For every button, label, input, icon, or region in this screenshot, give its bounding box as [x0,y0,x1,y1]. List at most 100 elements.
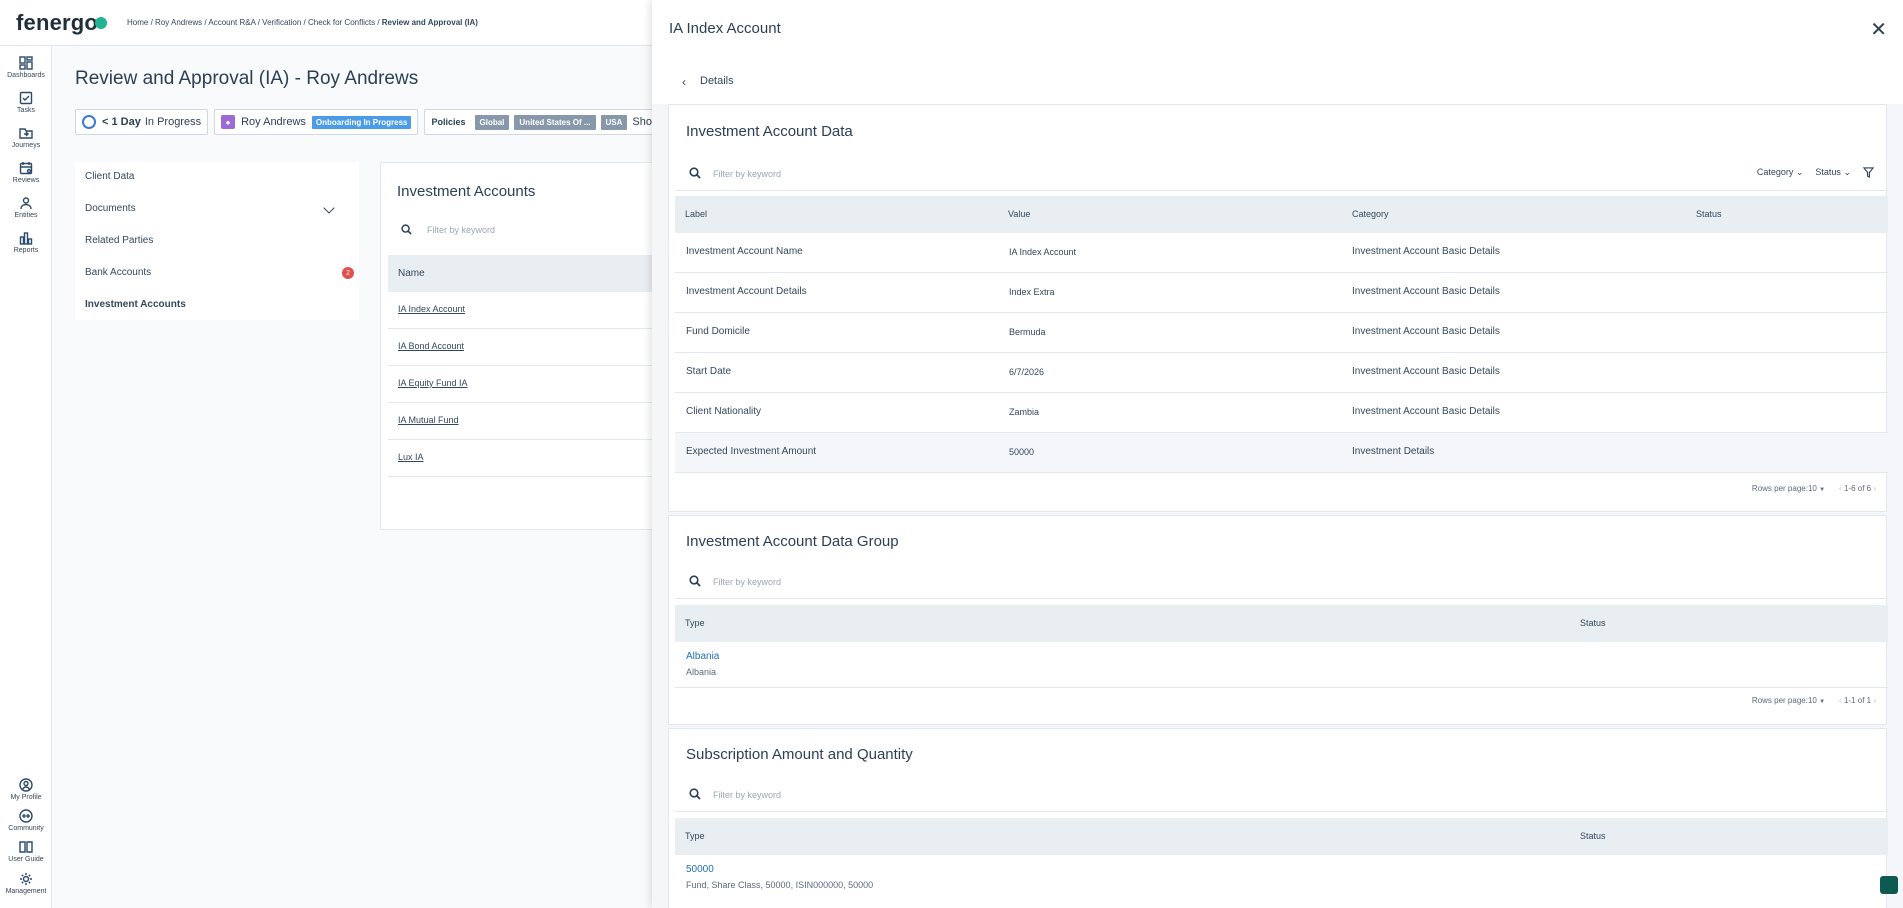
chevron-down-icon: ⌄ [1843,167,1851,177]
search-input[interactable]: Filter by keyword [675,565,1888,599]
nav-journeys[interactable]: Journeys [0,126,52,149]
menu-client-data[interactable]: Client Data [85,171,134,182]
cell-label: Investment Account Details [686,286,807,297]
tasks-icon [19,91,33,105]
table-row: Lux IA [388,440,661,477]
nav-user-guide[interactable]: User Guide [0,840,52,863]
search-icon [689,575,701,587]
top-header: fenergo Home / Roy Andrews / Account R&A… [0,0,660,46]
nav-reports[interactable]: Reports [0,231,52,254]
rows-per-page-select[interactable]: Rows per page:10 ▼ [1752,696,1825,705]
nav-community[interactable]: Community [0,809,52,832]
menu-investment-accounts[interactable]: Investment Accounts [85,299,186,310]
search-placeholder: Filter by keyword [713,577,782,587]
table-row: IA Mutual Fund [388,403,661,440]
menu-related-parties[interactable]: Related Parties [85,235,153,246]
prev-page-icon[interactable]: ‹ [1839,696,1842,705]
search-placeholder: Filter by keyword [713,169,782,179]
nav-label: Entities [14,212,38,219]
nav-label: Community [8,825,44,832]
menu-documents[interactable]: Documents [85,203,136,214]
table-row[interactable]: Investment Account Details Index Extra I… [675,273,1888,313]
caret-down-icon: ▼ [1819,699,1826,705]
table-filters: Category ⌄ Status ⌄ [1757,167,1874,178]
assistant-widget-icon[interactable] [1880,876,1898,894]
nav-label: Dashboards [7,72,45,79]
investment-account-data-group-card: Investment Account Data Group Filter by … [668,515,1888,725]
policy-badge: USA [600,114,628,130]
table-row[interactable]: Client Nationality Zambia Investment Acc… [675,393,1888,433]
account-link[interactable]: IA Mutual Fund [398,415,459,425]
drawer-title: IA Index Account [669,20,781,37]
cell-category: Investment Account Basic Details [1352,246,1500,257]
table-row[interactable]: Investment Account Name IA Index Account… [675,233,1888,273]
nav-label: Reviews [12,177,40,184]
person-icon: ● [221,115,236,129]
category-filter[interactable]: Category ⌄ [1757,167,1804,178]
sla-chip[interactable]: < 1 Day In Progress [75,109,209,135]
nav-management[interactable]: Management [0,872,52,895]
nav-reviews[interactable]: Reviews [0,161,52,184]
column-status: Status [1696,209,1722,219]
chevron-left-icon[interactable]: ‹ [682,75,686,89]
nav-label: My Profile [10,794,42,801]
status-filter[interactable]: Status ⌄ [1815,167,1851,178]
policies-label: Policies [431,117,466,127]
policies-chip[interactable]: Policies Global United States Of ... USA… [424,109,659,135]
investment-accounts-panel: Investment Accounts Filter by keyword Na… [380,162,661,530]
next-page-icon[interactable]: › [1873,696,1876,705]
breadcrumb-current: Review and Approval (IA) [381,18,478,27]
menu-bank-accounts[interactable]: Bank Accounts [85,267,151,278]
entity-chip[interactable]: ● Roy Andrews Onboarding In Progress [214,109,419,135]
table-row[interactable]: Fund Domicile Bermuda Investment Account… [675,313,1888,353]
nav-my-profile[interactable]: My Profile [0,778,52,801]
nav-entities[interactable]: Entities [0,196,52,219]
section-menu: Client Data Documents Related Parties Ba… [75,162,359,320]
status-chips: < 1 Day In Progress ● Roy Andrews Onboar… [75,109,659,135]
breadcrumb-trail[interactable]: Home / Roy Andrews / Account R&A / Verif… [127,18,382,27]
group-row-link[interactable]: Albania [686,651,719,662]
reviews-icon [19,162,33,175]
drawer-header: IA Index Account ✕ [652,0,1903,58]
table-row: IA Index Account [388,292,661,329]
rows-per-page-select[interactable]: Rows per page:10 ▼ [1752,484,1825,493]
table-row[interactable]: Expected Investment Amount 50000 Investm… [675,433,1888,473]
account-link[interactable]: IA Equity Fund IA [398,378,468,388]
reports-icon [19,232,33,245]
fenergo-logo[interactable]: fenergo [16,10,108,36]
table-header: Label Value Category Status [675,196,1888,233]
sla-value: < 1 Day [102,116,141,128]
divider [675,687,1888,688]
show-more-link[interactable]: Sho [632,116,652,128]
search-input[interactable]: Filter by keyword [401,224,495,235]
chevron-down-icon[interactable] [323,202,335,214]
prev-page-icon[interactable]: ‹ [1839,484,1842,493]
card-title: Investment Account Data Group [686,533,899,550]
search-input[interactable]: Filter by keyword [675,778,1888,812]
search-icon [689,167,701,179]
journeys-icon [19,128,33,139]
column-status: Status [1580,831,1606,841]
subscription-row-link[interactable]: 50000 [686,864,714,875]
column-status: Status [1580,618,1606,628]
search-input[interactable]: Filter by keyword Category ⌄ Status ⌄ [675,157,1888,191]
close-icon[interactable]: ✕ [1870,20,1887,40]
filter-icon[interactable] [1863,167,1874,178]
table-row[interactable]: Start Date 6/7/2026 Investment Account B… [675,353,1888,393]
back-link[interactable]: Details [700,75,734,87]
account-link[interactable]: IA Bond Account [398,341,464,351]
account-link[interactable]: Lux IA [398,452,424,462]
nav-tasks[interactable]: Tasks [0,91,52,114]
rows-per-page-label: Rows per page:10 [1751,696,1817,705]
account-link[interactable]: IA Index Account [398,304,465,314]
breadcrumb: Home / Roy Andrews / Account R&A / Verif… [127,18,478,27]
pagination: Rows per page:10 ▼ ‹ 1-6 of 6 › [1752,484,1876,493]
left-navigation: Dashboards Tasks Journeys Reviews Entiti… [0,46,52,908]
cell-category: Investment Details [1352,446,1435,457]
nav-label: Reports [13,247,39,254]
cell-label: Start Date [686,366,732,377]
nav-dashboards[interactable]: Dashboards [0,56,52,79]
next-page-icon[interactable]: › [1873,484,1876,493]
table-row: IA Bond Account [388,329,661,366]
status-filter-label: Status [1815,167,1841,177]
